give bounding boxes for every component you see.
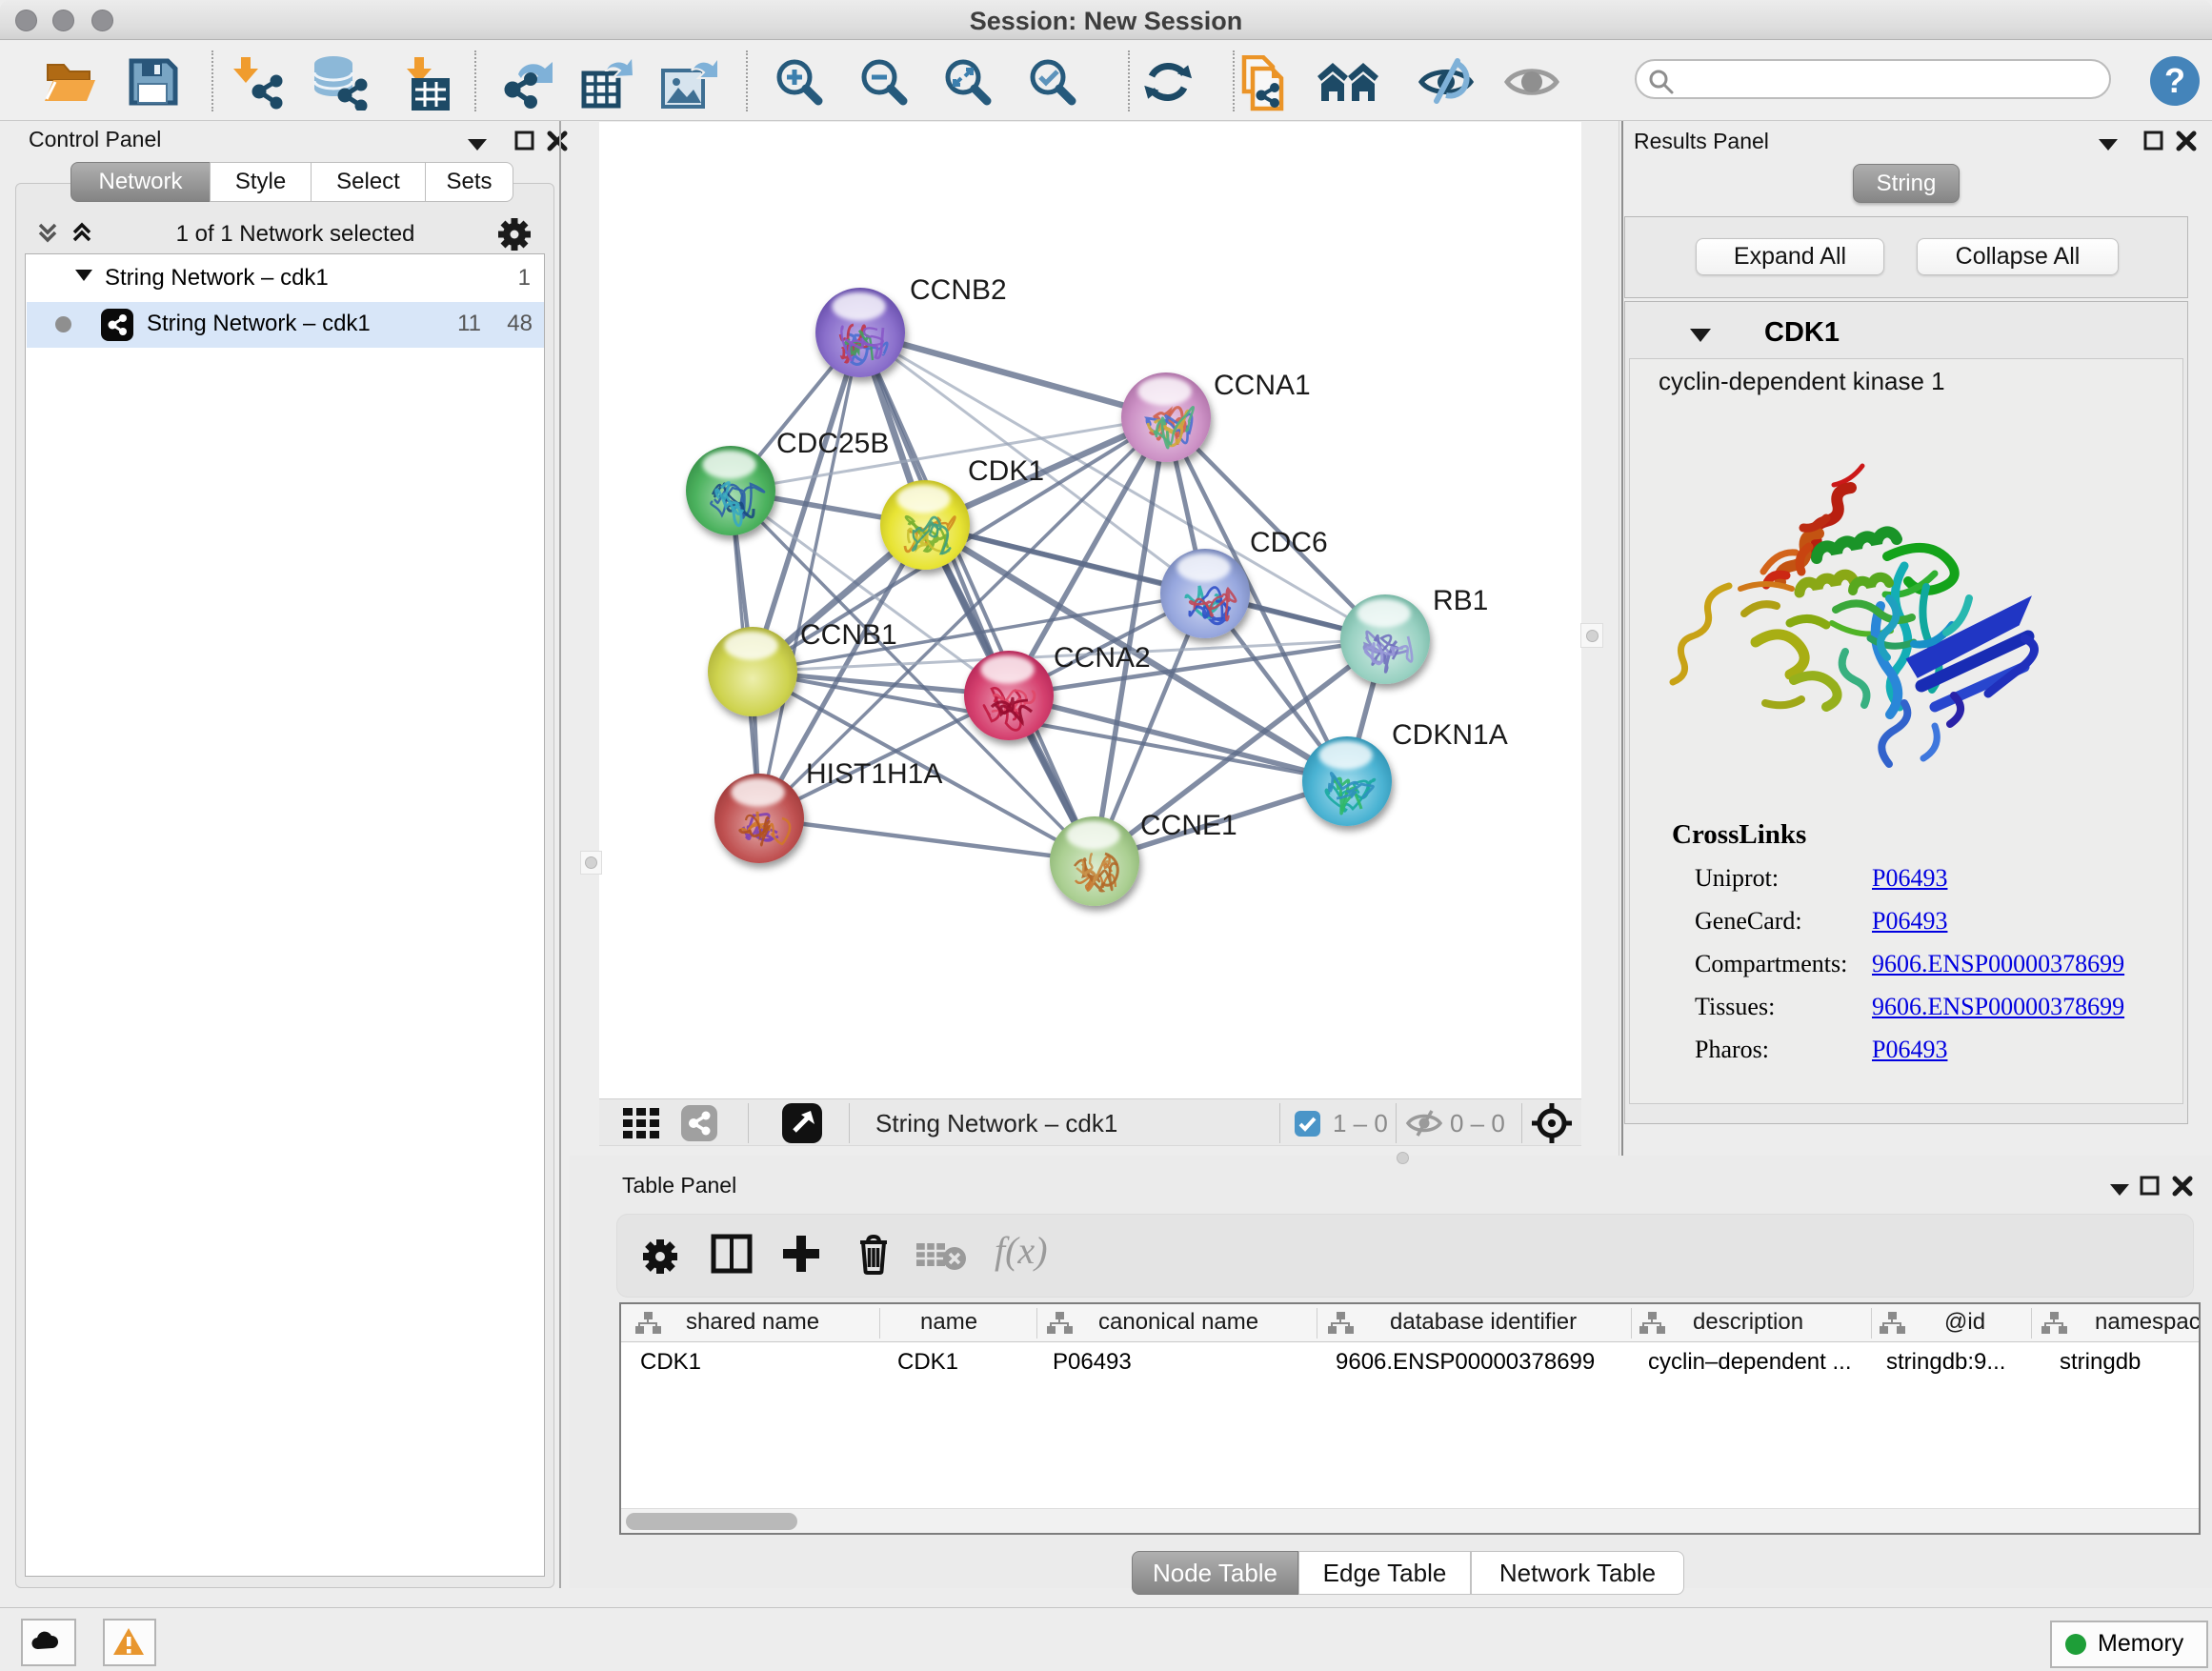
svg-text:CCNB2: CCNB2 bbox=[910, 274, 1007, 306]
svg-text:CCNA1: CCNA1 bbox=[1214, 370, 1311, 401]
svg-text:?: ? bbox=[2164, 61, 2185, 100]
svg-text:CCNB1: CCNB1 bbox=[800, 619, 897, 651]
svg-text:CDKN1A: CDKN1A bbox=[1392, 719, 1508, 751]
svg-text:HIST1H1A: HIST1H1A bbox=[806, 758, 942, 790]
svg-text:CDC25B: CDC25B bbox=[776, 428, 889, 459]
svg-text:CDK1: CDK1 bbox=[968, 455, 1044, 487]
svg-text:RB1: RB1 bbox=[1433, 585, 1488, 616]
svg-text:CCNA2: CCNA2 bbox=[1054, 642, 1151, 674]
svg-text:CDC6: CDC6 bbox=[1250, 527, 1328, 558]
svg-text:CCNE1: CCNE1 bbox=[1140, 810, 1237, 841]
